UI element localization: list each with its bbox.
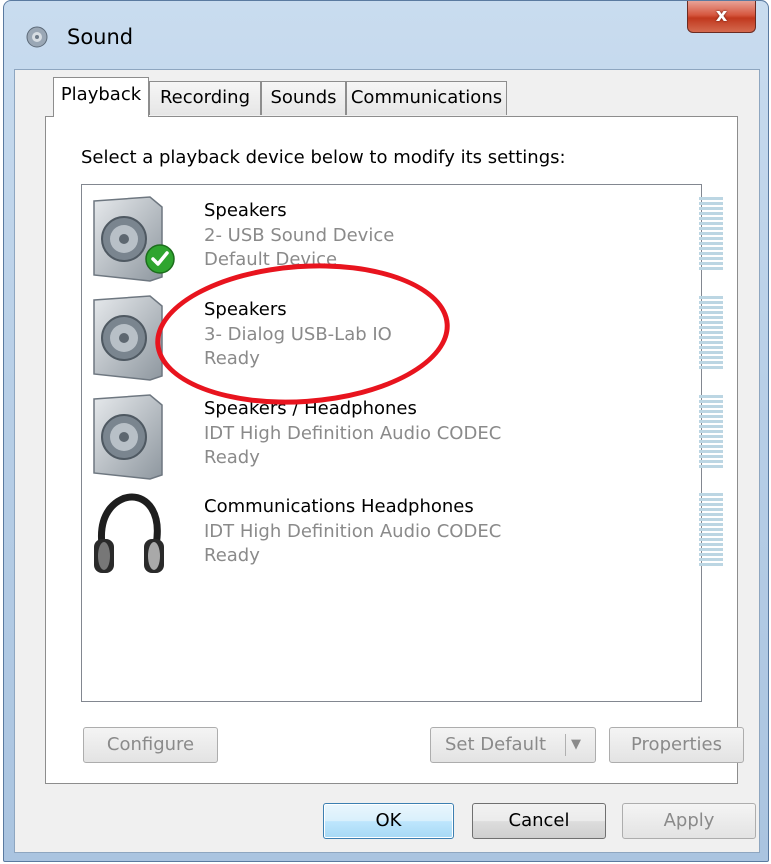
device-item[interactable]: Speakers 2- USB Sound Device Default Dev…: [82, 187, 723, 285]
volume-meter: [699, 493, 723, 568]
ok-button[interactable]: OK: [323, 803, 454, 839]
tab-recording[interactable]: Recording: [149, 81, 261, 115]
volume-meter: [699, 197, 723, 272]
device-description: IDT High Definition Audio CODEC: [204, 423, 502, 444]
volume-meter: [699, 395, 723, 470]
headphones-icon: [94, 493, 164, 573]
device-name: Communications Headphones: [204, 496, 474, 517]
configure-button[interactable]: Configure: [83, 727, 218, 763]
speaker-icon: [93, 394, 163, 480]
chevron-down-icon[interactable]: ▼: [571, 728, 581, 762]
playback-panel: Select a playback device below to modify…: [45, 116, 744, 784]
cancel-button[interactable]: Cancel: [472, 803, 606, 839]
apply-button[interactable]: Apply: [622, 803, 756, 839]
device-item[interactable]: Speakers / Headphones IDT High Definitio…: [82, 385, 723, 483]
tab-communications[interactable]: Communications: [346, 81, 507, 115]
set-default-label: Set Default: [445, 734, 547, 755]
volume-meter: [699, 296, 723, 371]
device-description: 2- USB Sound Device: [204, 225, 395, 246]
title-bar[interactable]: Sound x: [4, 1, 768, 71]
device-status: Ready: [204, 447, 260, 468]
device-status: Ready: [204, 545, 260, 566]
instruction-text: Select a playback device below to modify…: [81, 147, 566, 168]
dialog-client-area: Playback Recording Sounds Communications…: [14, 69, 760, 853]
default-check-icon: [145, 244, 175, 274]
split-divider: [565, 734, 566, 756]
device-description: IDT High Definition Audio CODEC: [204, 521, 502, 542]
properties-button[interactable]: Properties: [609, 727, 744, 763]
tab-sounds[interactable]: Sounds: [261, 81, 346, 115]
device-item[interactable]: Communications Headphones IDT High Defin…: [82, 483, 723, 581]
set-default-button[interactable]: Set Default ▼: [430, 727, 596, 763]
tab-playback[interactable]: Playback: [53, 77, 149, 117]
sound-dialog: Sound x Playback Recording Sounds Commun…: [3, 0, 769, 862]
device-name: Speakers: [204, 200, 287, 221]
device-list[interactable]: Speakers 2- USB Sound Device Default Dev…: [81, 184, 723, 702]
close-button[interactable]: x: [687, 1, 756, 33]
sound-app-icon: [26, 26, 48, 48]
window-title: Sound: [67, 25, 134, 49]
